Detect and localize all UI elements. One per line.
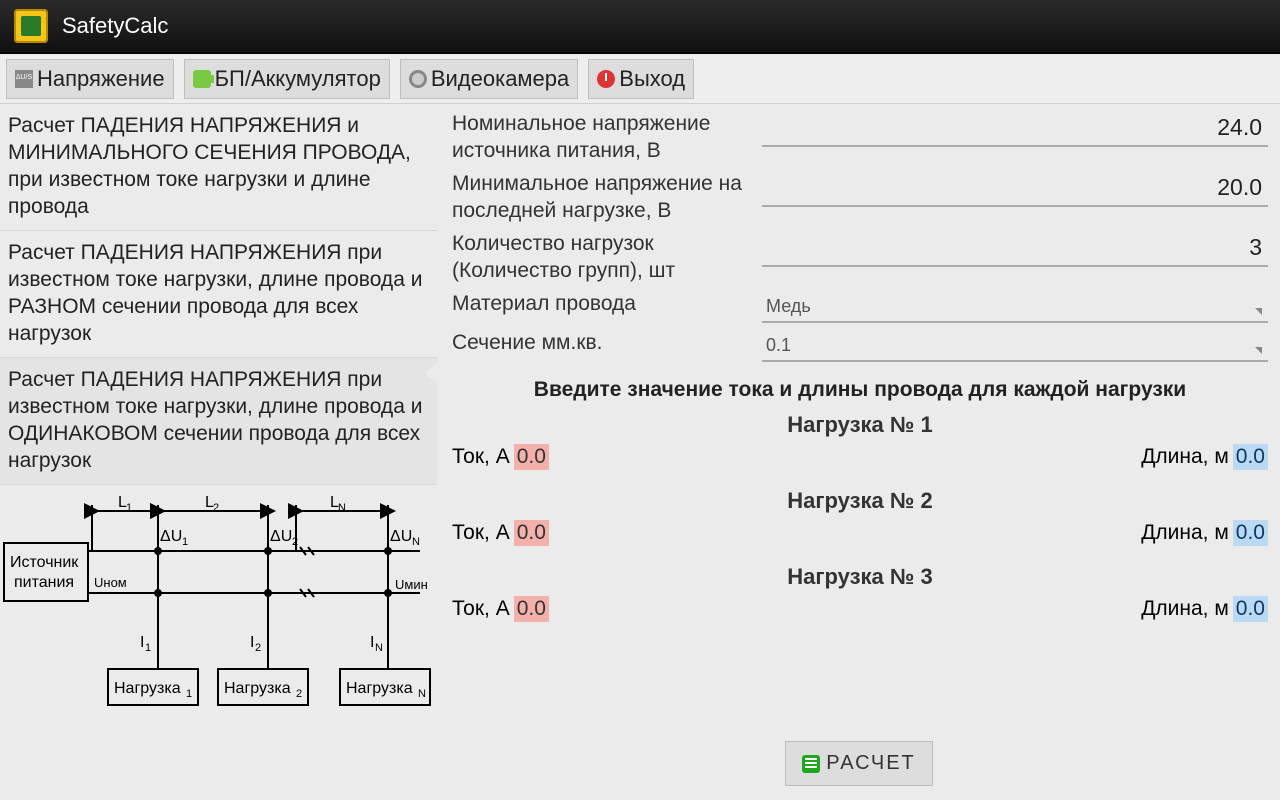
- mode-option-1[interactable]: Расчет ПАДЕНИЯ НАПРЯЖЕНИЯ и МИНИМАЛЬНОГО…: [0, 104, 437, 231]
- tab-exit-label: Выход: [619, 66, 685, 92]
- calculator-icon: [802, 755, 820, 773]
- svg-text:N: N: [338, 502, 346, 514]
- section-select[interactable]: 0.1: [762, 329, 1268, 362]
- battery-icon: [193, 70, 211, 88]
- svg-text:2: 2: [296, 688, 302, 700]
- tab-camera[interactable]: Видеокамера: [400, 59, 578, 99]
- load-3-length-input[interactable]: 0.0: [1233, 596, 1268, 622]
- svg-text:питания: питания: [14, 574, 74, 591]
- load-3-header: Нагрузка № 3: [452, 564, 1268, 590]
- length-label: Длина, м: [1141, 445, 1229, 469]
- tab-voltage[interactable]: Напряжение: [6, 59, 174, 99]
- section-label: Сечение мм.кв.: [452, 329, 762, 356]
- min-voltage-label: Минимальное напряжение на последней нагр…: [452, 170, 762, 224]
- nominal-voltage-input[interactable]: [762, 110, 1268, 147]
- mode-option-2[interactable]: Расчет ПАДЕНИЯ НАПРЯЖЕНИЯ при известном …: [0, 231, 437, 358]
- voltage-icon: [15, 70, 33, 88]
- calculate-button[interactable]: РАСЧЕТ: [785, 741, 933, 786]
- svg-text:Нагрузка: Нагрузка: [114, 680, 181, 697]
- svg-text:Нагрузка: Нагрузка: [346, 680, 413, 697]
- svg-text:ΔU: ΔU: [270, 528, 292, 545]
- svg-text:1: 1: [182, 536, 188, 548]
- app-title: SafetyCalc: [62, 13, 168, 39]
- tab-exit[interactable]: Выход: [588, 59, 694, 99]
- tab-camera-label: Видеокамера: [431, 66, 569, 92]
- svg-text:I: I: [370, 634, 374, 651]
- load-1-row: Ток, А 0.0 Длина, м 0.0: [452, 444, 1268, 470]
- svg-text:1: 1: [186, 688, 192, 700]
- loads-instruction: Введите значение тока и длины провода дл…: [452, 378, 1268, 402]
- svg-text:I: I: [140, 634, 144, 651]
- svg-text:N: N: [375, 642, 383, 654]
- titlebar: SafetyCalc: [0, 0, 1280, 54]
- svg-text:Uном: Uном: [94, 575, 127, 590]
- min-voltage-input[interactable]: [762, 170, 1268, 207]
- current-label: Ток, А: [452, 597, 510, 621]
- tab-voltage-label: Напряжение: [37, 66, 165, 92]
- tab-battery[interactable]: БП/Аккумулятор: [184, 59, 390, 99]
- material-label: Материал провода: [452, 290, 762, 317]
- camera-icon: [409, 70, 427, 88]
- length-label: Длина, м: [1141, 597, 1229, 621]
- current-label: Ток, А: [452, 521, 510, 545]
- toolbar: Напряжение БП/Аккумулятор Видеокамера Вы…: [0, 54, 1280, 104]
- load-1-header: Нагрузка № 1: [452, 412, 1268, 438]
- load-2-current-input[interactable]: 0.0: [514, 520, 549, 546]
- form-panel: Номинальное напряжение источника питания…: [438, 104, 1280, 800]
- material-select[interactable]: Медь: [762, 290, 1268, 323]
- svg-text:2: 2: [255, 642, 261, 654]
- length-label: Длина, м: [1141, 521, 1229, 545]
- svg-text:ΔU: ΔU: [160, 528, 182, 545]
- svg-text:I: I: [250, 634, 254, 651]
- tab-battery-label: БП/Аккумулятор: [215, 66, 381, 92]
- power-icon: [597, 70, 615, 88]
- circuit-diagram: Источник питания Uном Uмин L1 L2 LN ΔU1 …: [0, 489, 437, 724]
- load-1-current-input[interactable]: 0.0: [514, 444, 549, 470]
- svg-text:1: 1: [145, 642, 151, 654]
- svg-text:ΔU: ΔU: [390, 528, 412, 545]
- app-logo-icon: [14, 9, 48, 43]
- load-count-label: Количество нагрузок (Количество групп), …: [452, 230, 762, 284]
- load-3-current-input[interactable]: 0.0: [514, 596, 549, 622]
- load-3-row: Ток, А 0.0 Длина, м 0.0: [452, 596, 1268, 622]
- svg-text:N: N: [412, 536, 420, 548]
- svg-text:1: 1: [126, 502, 132, 514]
- svg-text:Нагрузка: Нагрузка: [224, 680, 291, 697]
- load-2-row: Ток, А 0.0 Длина, м 0.0: [452, 520, 1268, 546]
- nominal-voltage-label: Номинальное напряжение источника питания…: [452, 110, 762, 164]
- load-2-header: Нагрузка № 2: [452, 488, 1268, 514]
- svg-text:2: 2: [213, 502, 219, 514]
- svg-text:Uмин: Uмин: [395, 577, 428, 592]
- mode-option-3[interactable]: Расчет ПАДЕНИЯ НАПРЯЖЕНИЯ при известном …: [0, 358, 437, 485]
- load-1-length-input[interactable]: 0.0: [1233, 444, 1268, 470]
- sidebar: Расчет ПАДЕНИЯ НАПРЯЖЕНИЯ и МИНИМАЛЬНОГО…: [0, 104, 438, 800]
- load-count-input[interactable]: [762, 230, 1268, 267]
- svg-text:2: 2: [292, 536, 298, 548]
- load-2-length-input[interactable]: 0.0: [1233, 520, 1268, 546]
- svg-text:N: N: [418, 688, 426, 700]
- current-label: Ток, А: [452, 445, 510, 469]
- svg-text:Источник: Источник: [10, 554, 79, 571]
- calculate-button-label: РАСЧЕТ: [826, 752, 916, 775]
